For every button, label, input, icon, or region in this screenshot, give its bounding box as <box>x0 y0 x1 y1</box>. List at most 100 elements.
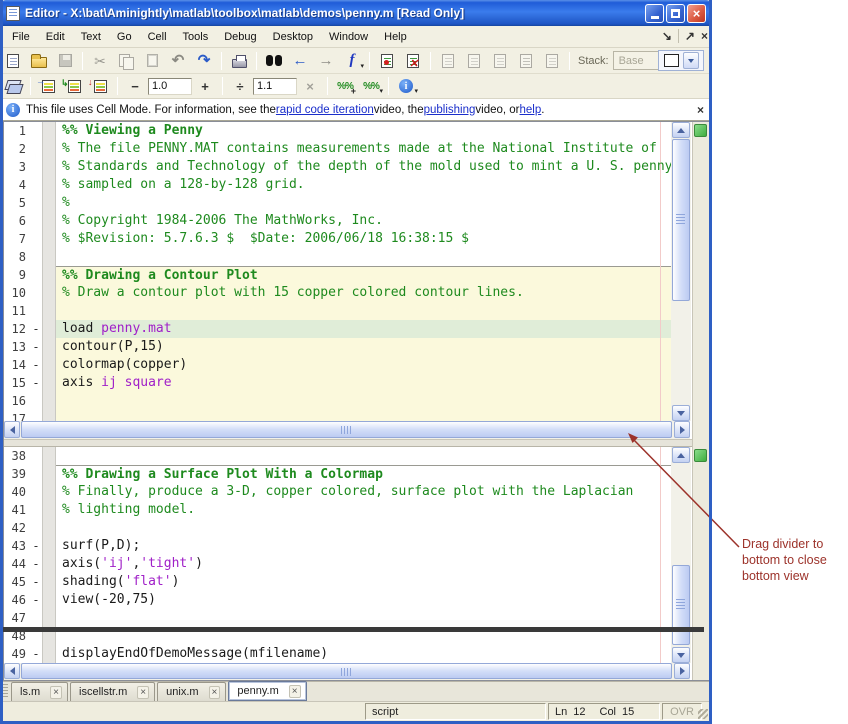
breakpoint-alley[interactable] <box>42 447 56 465</box>
cell-mode-button[interactable] <box>0 75 26 97</box>
breakpoint-marker[interactable] <box>30 248 42 266</box>
cell-value-1-input[interactable] <box>148 78 192 95</box>
scroll-right-button[interactable] <box>674 421 690 438</box>
tab-close-icon[interactable]: × <box>289 685 301 698</box>
function-browser-button[interactable]: f▾ <box>339 50 365 72</box>
forward-button[interactable]: → <box>313 50 339 72</box>
breakpoint-alley[interactable] <box>42 573 56 591</box>
breakpoint-alley[interactable] <box>42 230 56 248</box>
breakpoint-alley[interactable] <box>42 338 56 356</box>
breakpoint-marker[interactable] <box>30 194 42 212</box>
breakpoint-alley[interactable] <box>42 122 56 140</box>
menu-window[interactable]: Window <box>321 28 376 46</box>
vscroll-thumb[interactable] <box>672 139 690 301</box>
scroll-right-button[interactable] <box>674 663 690 679</box>
close-button[interactable]: × <box>687 4 706 23</box>
cell-value-2-input[interactable] <box>253 78 297 95</box>
breakpoint-marker[interactable] <box>30 447 42 465</box>
step-button[interactable] <box>435 50 461 72</box>
hscroll-thumb[interactable] <box>21 421 672 438</box>
breakpoint-marker[interactable] <box>30 140 42 158</box>
menu-help[interactable]: Help <box>376 28 415 46</box>
tab-unix.m[interactable]: unix.m× <box>157 682 226 701</box>
divider-drag-preview[interactable] <box>2 627 704 632</box>
publishing-link[interactable]: publishing <box>424 104 476 116</box>
print-button[interactable] <box>226 50 252 72</box>
rapid-code-iteration-link[interactable]: rapid code iteration <box>276 104 374 116</box>
breakpoint-alley[interactable] <box>42 537 56 555</box>
breakpoint-marker[interactable]: - <box>30 320 42 338</box>
menu-tools[interactable]: Tools <box>175 28 217 46</box>
mlint-indicator-bottom[interactable] <box>694 449 707 462</box>
title-bar[interactable]: Editor - X:\bat\Aminightly\matlab\toolbo… <box>0 0 712 26</box>
breakpoint-marker[interactable]: - <box>30 591 42 609</box>
breakpoint-marker[interactable]: - <box>30 338 42 356</box>
breakpoint-alley[interactable] <box>42 645 56 663</box>
menu-text[interactable]: Text <box>73 28 109 46</box>
new-file-button[interactable] <box>0 50 26 72</box>
breakpoint-alley[interactable] <box>42 248 56 266</box>
window-layout-button[interactable] <box>658 50 704 71</box>
back-button[interactable]: ← <box>287 50 313 72</box>
breakpoint-marker[interactable] <box>30 122 42 140</box>
set-breakpoint-button[interactable] <box>374 50 400 72</box>
paste-button[interactable] <box>139 50 165 72</box>
tab-iscellstr.m[interactable]: iscellstr.m× <box>70 682 155 701</box>
breakpoint-alley[interactable] <box>42 320 56 338</box>
breakpoint-alley[interactable] <box>42 591 56 609</box>
breakpoint-marker[interactable] <box>30 392 42 410</box>
breakpoint-alley[interactable] <box>42 410 56 421</box>
breakpoint-alley[interactable] <box>42 501 56 519</box>
breakpoint-alley[interactable] <box>42 392 56 410</box>
insert-cell-button[interactable]: → <box>35 75 61 97</box>
copy-button[interactable] <box>113 50 139 72</box>
breakpoint-marker[interactable] <box>30 230 42 248</box>
tab-close-icon[interactable]: × <box>209 686 221 699</box>
breakpoint-alley[interactable] <box>42 158 56 176</box>
breakpoint-marker[interactable] <box>30 501 42 519</box>
top-vscrollbar[interactable] <box>671 122 691 421</box>
clear-breakpoints-button[interactable]: ✕ <box>400 50 426 72</box>
resize-grip[interactable] <box>698 709 708 719</box>
cell-divider-menu-button[interactable]: %%▾ <box>358 75 384 97</box>
breakpoint-alley[interactable] <box>42 483 56 501</box>
breakpoint-marker[interactable] <box>30 158 42 176</box>
infobar-close-icon[interactable]: × <box>697 103 704 117</box>
step-out-button[interactable] <box>487 50 513 72</box>
scroll-up-button[interactable] <box>672 447 690 463</box>
breakpoint-marker[interactable] <box>30 266 42 284</box>
top-hscrollbar[interactable] <box>4 421 690 439</box>
breakpoint-marker[interactable] <box>30 465 42 483</box>
breakpoint-alley[interactable] <box>42 519 56 537</box>
decrease-value-button[interactable]: − <box>122 75 148 97</box>
divide-value-button[interactable]: ÷ <box>227 75 253 97</box>
breakpoint-alley[interactable] <box>42 266 56 284</box>
open-file-button[interactable] <box>26 50 52 72</box>
menu-cell[interactable]: Cell <box>140 28 175 46</box>
menu-edit[interactable]: Edit <box>38 28 73 46</box>
tab-close-icon[interactable]: × <box>137 686 149 699</box>
undock-icon[interactable]: ↗ <box>685 29 695 43</box>
breakpoint-marker[interactable] <box>30 483 42 501</box>
breakpoint-marker[interactable] <box>30 609 42 627</box>
breakpoint-marker[interactable]: - <box>30 537 42 555</box>
breakpoint-alley[interactable] <box>42 356 56 374</box>
mlint-indicator-top[interactable] <box>694 124 707 137</box>
split-divider[interactable] <box>4 439 709 447</box>
step-in-button[interactable] <box>461 50 487 72</box>
prev-cell-button[interactable]: ↓ <box>87 75 113 97</box>
tabbar-grip[interactable] <box>3 684 8 698</box>
menu-file[interactable]: File <box>4 28 38 46</box>
breakpoint-alley[interactable] <box>42 374 56 392</box>
breakpoint-marker[interactable]: - <box>30 645 42 663</box>
bottom-hscrollbar[interactable] <box>4 663 690 680</box>
vscroll-thumb[interactable] <box>672 565 690 645</box>
breakpoint-marker[interactable] <box>30 176 42 194</box>
tab-ls.m[interactable]: ls.m× <box>11 682 68 701</box>
breakpoint-marker[interactable]: - <box>30 573 42 591</box>
multiply-value-button[interactable]: × <box>297 75 323 97</box>
menu-go[interactable]: Go <box>109 28 140 46</box>
insert-cell-divider-button[interactable]: %%+ <box>332 75 358 97</box>
breakpoint-alley[interactable] <box>42 609 56 627</box>
maximize-button[interactable] <box>666 4 685 23</box>
